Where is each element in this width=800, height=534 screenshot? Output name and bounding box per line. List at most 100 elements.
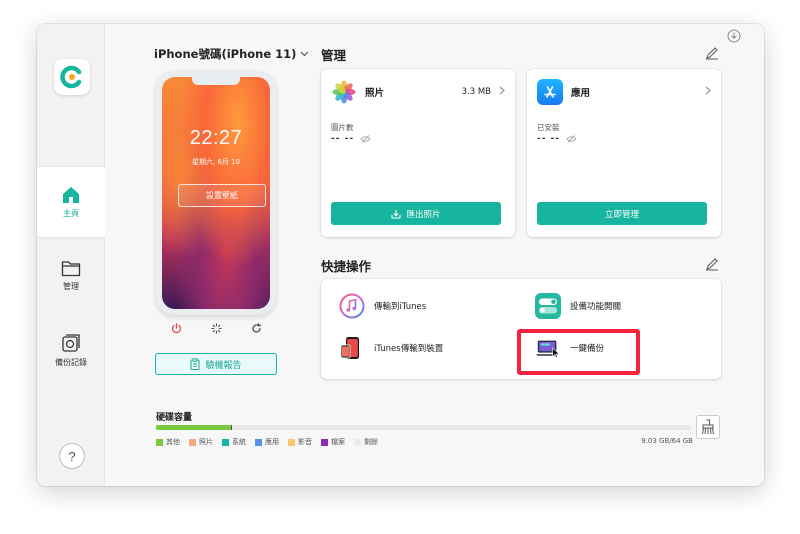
legend-item-media: 影音 bbox=[288, 437, 312, 447]
legend-swatch bbox=[354, 438, 361, 446]
app-window: 主頁 管理 備份記錄 ? iPhone號碼(iPhone 11) 22:27 星… bbox=[37, 24, 764, 486]
phone-screen: 22:27 星期六, 6月 10 設置壁紙 bbox=[162, 77, 270, 309]
legend-item-files: 檔案 bbox=[321, 437, 345, 447]
photos-stat-value-row: -- -- bbox=[331, 134, 371, 144]
itunes-to-device-label: iTunes傳輸到裝置 bbox=[374, 344, 444, 354]
edit-quick-actions-icon[interactable] bbox=[705, 256, 719, 275]
transfer-to-itunes-action[interactable]: 傳輸到iTunes bbox=[339, 293, 426, 319]
sidebar: 主頁 管理 備份記錄 ? bbox=[37, 24, 105, 486]
set-wallpaper-button[interactable]: 設置壁紙 bbox=[178, 184, 266, 207]
apps-card: 應用 已安裝 -- -- 立即管理 bbox=[527, 69, 721, 237]
iphone-transfer-icon bbox=[339, 335, 365, 361]
photos-card-header[interactable]: 照片 3.3 MB bbox=[331, 79, 505, 105]
quick-actions-title: 快捷操作 bbox=[321, 259, 372, 274]
chevron-down-icon bbox=[300, 51, 309, 57]
device-toggles-label: 設備功能開關 bbox=[570, 302, 622, 312]
apps-stat-value-row: -- -- bbox=[537, 134, 577, 144]
legend-swatch bbox=[156, 438, 163, 446]
download-icon[interactable] bbox=[727, 28, 741, 47]
export-photos-label: 匯出照片 bbox=[406, 209, 441, 220]
export-photos-button[interactable]: 匯出照片 bbox=[331, 202, 501, 225]
legend-swatch bbox=[288, 438, 295, 446]
clean-storage-button[interactable] bbox=[696, 415, 720, 439]
lock-screen-time: 22:27 bbox=[189, 127, 243, 149]
sidebar-item-label: 管理 bbox=[63, 282, 79, 291]
legend-swatch bbox=[189, 438, 196, 446]
legend-item-other: 其他 bbox=[156, 437, 180, 447]
photos-stat-label: 圖片數 bbox=[331, 123, 354, 132]
itunes-to-device-action[interactable]: iTunes傳輸到裝置 bbox=[339, 335, 443, 361]
inspection-report-button[interactable]: 驗機報告 bbox=[155, 353, 277, 375]
manage-apps-label: 立即管理 bbox=[604, 209, 639, 220]
photos-card: 照片 3.3 MB 圖片數 -- -- 匯出照片 bbox=[321, 69, 515, 237]
sidebar-item-label: 主頁 bbox=[63, 208, 79, 218]
legend-label: 檔案 bbox=[331, 438, 345, 446]
power-button[interactable] bbox=[161, 322, 191, 334]
one-click-backup-highlight bbox=[517, 329, 640, 375]
export-icon bbox=[391, 209, 402, 219]
broom-icon bbox=[702, 419, 714, 435]
legend-item-system: 系統 bbox=[222, 437, 246, 447]
storage-bar bbox=[156, 425, 691, 430]
legend-label: 剩餘 bbox=[364, 438, 378, 446]
chevron-right-icon bbox=[705, 86, 711, 98]
phone-notch bbox=[192, 77, 240, 85]
apps-card-header[interactable]: 應用 bbox=[537, 79, 711, 105]
photos-stat-value: -- -- bbox=[331, 134, 355, 144]
legend-label: 其他 bbox=[166, 438, 180, 446]
legend-item-free: 剩餘 bbox=[354, 437, 378, 447]
photos-card-name: 照片 bbox=[365, 88, 385, 99]
backup-icon bbox=[62, 333, 80, 352]
app-logo bbox=[54, 59, 90, 95]
storage-legend: 其他 照片 系統 應用 影音 檔案 剩餘 bbox=[156, 437, 378, 447]
legend-swatch bbox=[255, 438, 262, 446]
device-selector[interactable]: iPhone號碼(iPhone 11) bbox=[154, 46, 309, 62]
legend-swatch bbox=[321, 438, 328, 446]
sidebar-item-manage[interactable]: 管理 bbox=[37, 240, 105, 312]
device-toggles-action[interactable]: 設備功能開關 bbox=[535, 293, 621, 319]
photos-icon bbox=[331, 79, 357, 105]
sidebar-item-backup[interactable]: 備份記錄 bbox=[37, 314, 105, 386]
device-name: iPhone號碼(iPhone 11) bbox=[154, 47, 297, 61]
refresh-icon bbox=[251, 322, 261, 332]
lock-screen-date: 星期六, 6月 10 bbox=[191, 158, 241, 166]
legend-label: 照片 bbox=[199, 438, 213, 446]
app-store-icon bbox=[537, 79, 563, 105]
sidebar-item-home[interactable]: 主頁 bbox=[37, 166, 105, 238]
home-icon bbox=[63, 186, 79, 203]
chevron-right-icon bbox=[499, 86, 505, 98]
storage-value: 9.03 GB/64 GB bbox=[641, 437, 693, 445]
photos-card-size: 3.3 MB bbox=[461, 87, 491, 97]
help-icon: ? bbox=[68, 448, 76, 464]
phone-controls bbox=[156, 318, 276, 338]
clipboard-icon bbox=[190, 358, 200, 370]
storage-used-marker bbox=[231, 425, 233, 430]
legend-label: 影音 bbox=[298, 438, 312, 446]
legend-label: 系統 bbox=[232, 438, 246, 446]
loading-button[interactable] bbox=[201, 322, 231, 334]
refresh-button[interactable] bbox=[241, 322, 271, 334]
spinner-icon bbox=[210, 322, 222, 334]
manage-apps-button[interactable]: 立即管理 bbox=[537, 202, 707, 225]
itunes-icon bbox=[339, 293, 365, 319]
folder-icon bbox=[61, 261, 81, 277]
phone-preview: 22:27 星期六, 6月 10 設置壁紙 bbox=[156, 71, 276, 315]
apps-card-name: 應用 bbox=[571, 88, 591, 99]
storage-title: 硬碟容量 bbox=[156, 413, 193, 423]
help-button[interactable]: ? bbox=[59, 443, 85, 469]
eye-off-icon[interactable] bbox=[360, 135, 371, 143]
sidebar-item-label: 備份記錄 bbox=[55, 357, 87, 367]
power-icon bbox=[171, 322, 181, 333]
eye-off-icon[interactable] bbox=[566, 135, 577, 143]
legend-item-apps: 應用 bbox=[255, 437, 279, 447]
legend-swatch bbox=[222, 438, 229, 446]
inspection-report-label: 驗機報告 bbox=[205, 360, 242, 371]
legend-label: 應用 bbox=[265, 438, 279, 446]
apps-stat-value: -- -- bbox=[537, 134, 561, 144]
storage-used-segment bbox=[156, 425, 232, 430]
edit-manage-icon[interactable] bbox=[705, 45, 719, 64]
legend-item-photos: 照片 bbox=[189, 437, 213, 447]
toggle-switch-icon bbox=[535, 293, 561, 319]
manage-title: 管理 bbox=[321, 48, 347, 63]
transfer-to-itunes-label: 傳輸到iTunes bbox=[374, 302, 427, 312]
